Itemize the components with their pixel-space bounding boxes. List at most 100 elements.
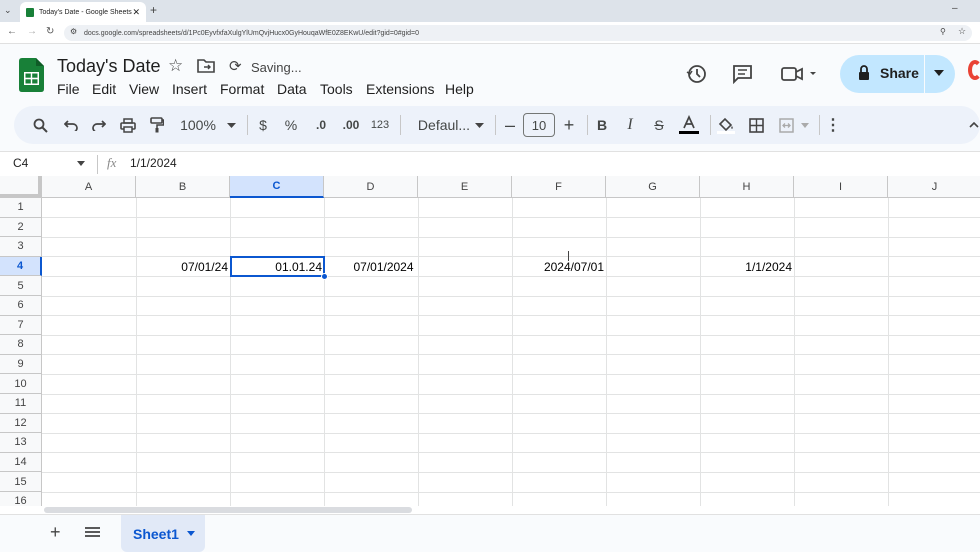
menu-file[interactable]: File bbox=[57, 81, 80, 97]
back-icon[interactable]: ← bbox=[7, 26, 17, 37]
column-header-c[interactable]: C bbox=[230, 176, 324, 198]
menu-edit[interactable]: Edit bbox=[92, 81, 116, 97]
toolbar-divider bbox=[819, 115, 820, 135]
name-box-dropdown-icon[interactable] bbox=[77, 161, 85, 166]
row-header-2[interactable]: 2 bbox=[0, 217, 42, 238]
bold-button[interactable]: B bbox=[593, 106, 611, 144]
row-header-7[interactable]: 7 bbox=[0, 315, 42, 336]
share-button[interactable]: Share bbox=[840, 55, 955, 93]
spreadsheet-grid[interactable]: A B C D E F G H I J 1 2 3 4 5 6 7 8 9 10… bbox=[0, 176, 980, 506]
redo-icon[interactable] bbox=[87, 106, 111, 144]
font-dropdown-icon[interactable] bbox=[472, 106, 486, 144]
add-sheet-icon[interactable]: + bbox=[50, 522, 61, 543]
font-size-input[interactable]: 10 bbox=[523, 113, 555, 137]
select-all-corner[interactable] bbox=[0, 176, 42, 198]
share-dropdown-icon[interactable] bbox=[934, 70, 944, 76]
more-formats-button[interactable]: 123 bbox=[369, 106, 391, 144]
forward-icon[interactable]: → bbox=[27, 26, 37, 37]
row-header-6[interactable]: 6 bbox=[0, 296, 42, 316]
increase-font-size-button[interactable]: + bbox=[561, 106, 577, 144]
column-header-g[interactable]: G bbox=[606, 176, 700, 198]
sheets-logo-icon[interactable] bbox=[19, 58, 44, 92]
italic-button[interactable]: I bbox=[621, 106, 639, 144]
column-header-b[interactable]: B bbox=[136, 176, 230, 198]
column-header-a[interactable]: A bbox=[42, 176, 136, 198]
more-options-icon[interactable]: ⋮ bbox=[824, 106, 842, 144]
cell-d4[interactable]: 07/01/2024 bbox=[324, 258, 418, 277]
row-header-11[interactable]: 11 bbox=[0, 394, 42, 414]
browser-tab[interactable]: Today's Date - Google Sheets ✕ bbox=[20, 2, 146, 22]
column-header-e[interactable]: E bbox=[418, 176, 512, 198]
menu-insert[interactable]: Insert bbox=[172, 81, 207, 97]
increase-decimal-button[interactable]: .00 bbox=[339, 106, 363, 144]
zoom-icon[interactable]: ⚲ bbox=[940, 27, 946, 36]
document-title[interactable]: Today's Date bbox=[57, 56, 161, 77]
comments-icon[interactable] bbox=[732, 64, 753, 84]
cell-h4[interactable]: 1/1/2024 bbox=[700, 258, 794, 277]
font-select[interactable]: Defaul... bbox=[410, 106, 478, 144]
name-box[interactable]: C4 bbox=[13, 156, 28, 170]
sheet-tab-sheet1[interactable]: Sheet1 bbox=[121, 515, 205, 552]
row-header-12[interactable]: 12 bbox=[0, 413, 42, 434]
cell-f4[interactable]: 2024/07/01 bbox=[512, 258, 606, 277]
row-header-13[interactable]: 13 bbox=[0, 433, 42, 453]
all-sheets-icon[interactable] bbox=[85, 527, 100, 537]
menu-data[interactable]: Data bbox=[277, 81, 307, 97]
row-header-3[interactable]: 3 bbox=[0, 237, 42, 257]
column-header-j[interactable]: J bbox=[888, 176, 980, 198]
menu-tools[interactable]: Tools bbox=[320, 81, 353, 97]
minimize-window-icon[interactable]: – bbox=[952, 3, 958, 14]
row-header-14[interactable]: 14 bbox=[0, 452, 42, 473]
meet-icon[interactable] bbox=[781, 66, 817, 82]
version-history-icon[interactable] bbox=[686, 63, 708, 85]
bookmark-star-icon[interactable]: ☆ bbox=[958, 26, 966, 37]
close-tab-icon[interactable]: ✕ bbox=[132, 7, 140, 18]
sheet-tab-dropdown-icon[interactable] bbox=[187, 531, 195, 536]
menu-view[interactable]: View bbox=[129, 81, 159, 97]
row-header-15[interactable]: 15 bbox=[0, 472, 42, 492]
row-header-10[interactable]: 10 bbox=[0, 374, 42, 394]
decrease-decimal-button[interactable]: .0 bbox=[310, 106, 332, 144]
strikethrough-button[interactable]: S bbox=[650, 106, 668, 144]
zoom-select[interactable]: 100% bbox=[176, 106, 220, 144]
row-header-4[interactable]: 4 bbox=[0, 256, 42, 277]
row-header-8[interactable]: 8 bbox=[0, 335, 42, 355]
menu-format[interactable]: Format bbox=[220, 81, 264, 97]
row-header-9[interactable]: 9 bbox=[0, 354, 42, 375]
site-info-icon[interactable]: ⚙ bbox=[70, 27, 77, 36]
paint-format-icon[interactable] bbox=[145, 106, 169, 144]
column-header-h[interactable]: H bbox=[700, 176, 794, 198]
new-tab-icon[interactable]: + bbox=[150, 3, 157, 17]
format-currency-button[interactable]: $ bbox=[254, 106, 272, 144]
formula-input[interactable]: 1/1/2024 bbox=[130, 156, 177, 170]
zoom-dropdown-icon[interactable] bbox=[224, 106, 238, 144]
fill-handle[interactable] bbox=[320, 273, 328, 280]
column-header-f[interactable]: F bbox=[512, 176, 606, 198]
merge-dropdown-icon[interactable] bbox=[800, 106, 810, 144]
account-avatar[interactable] bbox=[968, 60, 980, 80]
url-field[interactable]: ⚙ docs.google.com/spreadsheets/d/1Pc0Eyv… bbox=[64, 25, 972, 41]
reload-icon[interactable]: ↻ bbox=[46, 26, 54, 37]
tab-list-chevron-icon[interactable]: ⌄ bbox=[4, 5, 12, 16]
menu-extensions[interactable]: Extensions bbox=[366, 81, 434, 97]
cell-b4[interactable]: 07/01/24 bbox=[136, 258, 230, 277]
merge-cells-icon[interactable] bbox=[776, 106, 796, 144]
horizontal-scrollbar[interactable] bbox=[44, 507, 412, 513]
hide-menus-chevron-icon[interactable] bbox=[968, 106, 980, 144]
undo-icon[interactable] bbox=[59, 106, 83, 144]
move-folder-icon[interactable] bbox=[197, 58, 215, 73]
decrease-font-size-button[interactable]: – bbox=[502, 106, 518, 144]
borders-icon[interactable] bbox=[746, 106, 766, 144]
star-icon[interactable]: ☆ bbox=[168, 56, 183, 76]
row-header-5[interactable]: 5 bbox=[0, 276, 42, 296]
column-header-i[interactable]: I bbox=[794, 176, 888, 198]
format-percent-button[interactable]: % bbox=[282, 106, 300, 144]
menu-help[interactable]: Help bbox=[445, 81, 474, 97]
row-header-16[interactable]: 16 bbox=[0, 492, 42, 506]
column-header-d[interactable]: D bbox=[324, 176, 418, 198]
fill-color-icon[interactable] bbox=[715, 106, 737, 144]
text-color-button[interactable] bbox=[678, 106, 700, 144]
row-header-1[interactable]: 1 bbox=[0, 198, 42, 218]
search-menus-icon[interactable] bbox=[28, 106, 52, 144]
print-icon[interactable] bbox=[116, 106, 140, 144]
